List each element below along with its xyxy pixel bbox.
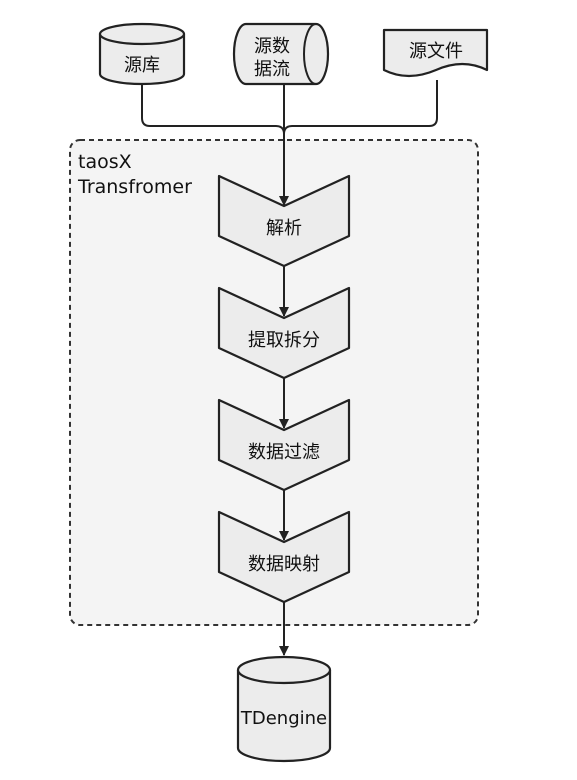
step-label: 提取拆分 xyxy=(248,330,320,351)
sink-label: TDengine xyxy=(240,708,327,729)
source-database: 源库 xyxy=(98,22,186,86)
database-label: 源库 xyxy=(124,55,160,76)
step-label: 数据映射 xyxy=(248,554,320,575)
stream-label-line1: 源数 xyxy=(254,36,290,57)
step-label: 数据过滤 xyxy=(248,442,320,463)
source-file: 源文件 xyxy=(382,28,489,78)
region-label-line1: taosX xyxy=(78,151,132,173)
source-stream: 源数 据流 xyxy=(232,22,330,86)
sink-tdengine: TDengine xyxy=(236,655,332,763)
file-label: 源文件 xyxy=(409,41,463,62)
flow-diagram: taosX Transfromer 源库 源数 据流 源文件 解析 提取拆分 数… xyxy=(0,0,577,775)
step-label: 解析 xyxy=(266,218,302,239)
region-label-line2: Transfromer xyxy=(77,176,192,198)
stream-label-line2: 据流 xyxy=(254,59,290,80)
